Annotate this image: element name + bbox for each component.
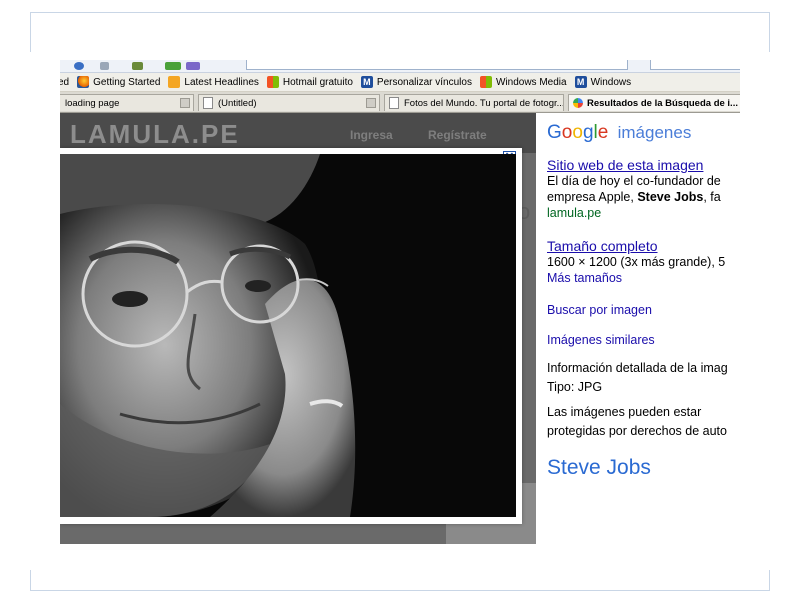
- site-desc-bold: Steve Jobs: [637, 190, 704, 204]
- windows-flag-icon: [479, 76, 492, 88]
- firefox-icon: [77, 76, 90, 88]
- document-icon: [389, 97, 399, 109]
- rss-icon: [168, 76, 181, 88]
- bookmark-label: Windows: [590, 76, 632, 88]
- tab-bar: loading page (Untitled) Fotos del Mundo.…: [60, 92, 740, 113]
- google-favicon-icon: [573, 98, 583, 108]
- bookmark-label: ed: [60, 76, 70, 88]
- size-section: Tamaño completo 1600 × 1200 (3x más gran…: [547, 238, 725, 286]
- site-section: Sitio web de esta imagen El día de hoy e…: [547, 157, 721, 221]
- copyright-notice: Las imágenes pueden estar protegidas por…: [547, 404, 727, 439]
- more-sizes-link[interactable]: Más tamaños: [547, 270, 725, 286]
- site-web-link[interactable]: Sitio web de esta imagen: [547, 157, 721, 173]
- navigation-toolbar: [60, 60, 740, 73]
- forward-icon[interactable]: [74, 62, 84, 70]
- bookmarks-bar: ed Getting Started Latest Headlines Hotm…: [60, 73, 740, 92]
- bookmark-windows-media[interactable]: Windows Media: [479, 76, 567, 88]
- tab-label: loading page: [65, 97, 120, 109]
- query-title: Steve Jobs: [547, 456, 651, 479]
- details-heading: Información detallada de la imag: [547, 361, 728, 375]
- search-bar[interactable]: [650, 60, 740, 70]
- home-icon[interactable]: [132, 62, 143, 70]
- document-icon: [203, 97, 213, 109]
- frame-line-bottom: [30, 590, 770, 591]
- close-tab-icon[interactable]: [180, 98, 190, 108]
- search-by-image-link[interactable]: Buscar por imagen: [547, 302, 652, 318]
- windows-flag-icon: [266, 76, 279, 88]
- bookmark-hotmail[interactable]: Hotmail gratuito: [266, 76, 353, 88]
- frame-line-right-low: [769, 570, 770, 590]
- addon-icon[interactable]: [186, 62, 200, 70]
- site-desc-pre: empresa Apple,: [547, 190, 638, 204]
- nav-login-link[interactable]: Ingresa: [350, 128, 393, 142]
- bookmark-getting-started[interactable]: Getting Started: [77, 76, 160, 88]
- tab-label: (Untitled): [218, 97, 257, 109]
- portrait-image: [60, 154, 516, 517]
- msn-icon: M: [360, 76, 373, 88]
- frame-line-top: [30, 12, 770, 13]
- copyright-line-1: Las imágenes pueden estar: [547, 405, 702, 419]
- bookmark-windows[interactable]: M Windows: [574, 76, 632, 88]
- bookmark-label: Getting Started: [93, 76, 161, 88]
- tab-untitled[interactable]: (Untitled): [198, 94, 380, 111]
- tab-loading-page[interactable]: loading page: [60, 94, 194, 111]
- logo-suffix: imágenes: [617, 123, 692, 142]
- tab-label: Resultados de la Búsqueda de i...: [587, 97, 738, 109]
- site-desc-post: , fa: [703, 190, 721, 204]
- similar-images-link[interactable]: Imágenes similares: [547, 332, 655, 348]
- image-preview-overlay: ✕: [60, 148, 522, 524]
- close-tab-icon[interactable]: [366, 98, 376, 108]
- site-logo: LAMULA.PE: [70, 119, 240, 149]
- bookmark-label: Personalizar vínculos: [376, 76, 472, 88]
- full-size-link[interactable]: Tamaño completo: [547, 238, 725, 254]
- tab-label: Fotos del Mundo. Tu portal de fotogr...: [404, 97, 564, 109]
- google-wordmark: Google: [547, 122, 609, 143]
- site-description-line-2: empresa Apple, Steve Jobs, fa: [547, 189, 721, 205]
- bookmark-label: Latest Headlines: [184, 76, 259, 88]
- frame-line-left: [30, 12, 31, 52]
- page-header: LAMULA.PE Ingresa Regístrate: [60, 113, 536, 153]
- image-type: Tipo: JPG: [547, 380, 603, 394]
- browser-screenshot: ed Getting Started Latest Headlines Hotm…: [60, 60, 740, 544]
- preview-photo[interactable]: [60, 154, 516, 517]
- details-section: Información detallada de la imag Tipo: J…: [547, 360, 728, 395]
- site-domain: lamula.pe: [547, 206, 602, 220]
- tab-fotos-del-mundo[interactable]: Fotos del Mundo. Tu portal de fotogr...: [384, 94, 564, 111]
- google-image-info-panel: Google imágenes Sitio web de esta imagen…: [536, 113, 740, 544]
- bookmark-ed[interactable]: ed: [60, 77, 69, 88]
- stop-icon[interactable]: [100, 62, 109, 70]
- bookmark-latest-headlines[interactable]: Latest Headlines: [168, 76, 259, 88]
- bookmark-label: Windows Media: [495, 76, 567, 88]
- address-bar[interactable]: [246, 60, 628, 70]
- add-bookmark-icon[interactable]: [165, 62, 181, 70]
- google-images-logo[interactable]: Google imágenes: [547, 122, 691, 144]
- site-description-line-1: El día de hoy el co-fundador de: [547, 174, 721, 188]
- bookmark-personalizar[interactable]: M Personalizar vínculos: [360, 76, 472, 88]
- frame-line-left-low: [30, 570, 31, 590]
- bookmark-label: Hotmail gratuito: [282, 76, 353, 88]
- nav-register-link[interactable]: Regístrate: [428, 128, 487, 142]
- msn-icon: M: [574, 76, 587, 88]
- frame-line-right: [769, 12, 770, 52]
- full-size-dimensions: 1600 × 1200 (3x más grande), 5: [547, 255, 726, 269]
- copyright-line-2: protegidas por derechos de auto: [547, 424, 727, 438]
- tab-google-results[interactable]: Resultados de la Búsqueda de i...: [568, 94, 740, 111]
